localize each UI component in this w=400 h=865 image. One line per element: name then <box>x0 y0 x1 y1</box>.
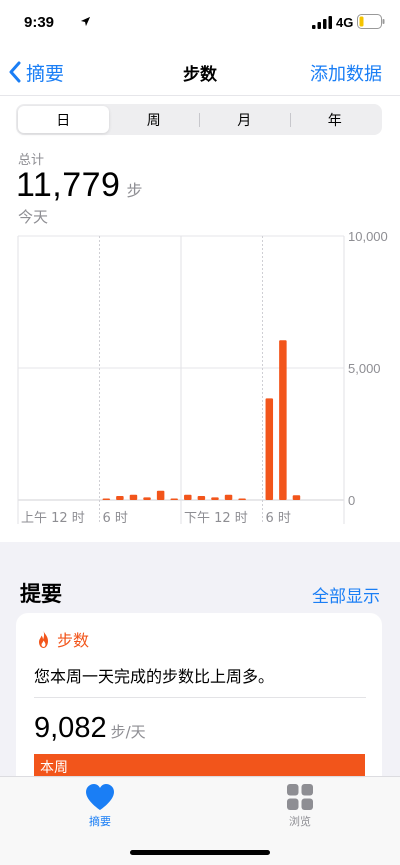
segment-separator <box>289 113 291 127</box>
chart-bar <box>184 494 192 500</box>
total-row: 11,779 步 <box>16 166 142 205</box>
average-steps-unit: 步/天 <box>110 723 146 741</box>
segment-week[interactable]: 周 <box>109 106 200 133</box>
status-bar: 9:39 4G <box>0 0 400 48</box>
battery-low-icon <box>357 14 385 29</box>
divider <box>34 697 366 698</box>
highlight-text: 您本周一天完成的步数比上周多。 <box>34 667 275 686</box>
segment-separator <box>199 113 200 127</box>
chart-bar <box>279 340 287 500</box>
segment-day[interactable]: 日 <box>18 106 109 133</box>
steps-bar-chart[interactable]: 上午 12 时 6 时 下午 12 时 6 时 10,000 5,000 0 <box>0 232 400 542</box>
chart-bar <box>129 494 138 500</box>
tab-browse[interactable]: 浏览 <box>260 783 340 829</box>
chart-bar <box>143 497 151 500</box>
tab-label: 摘要 <box>89 815 111 828</box>
segment-label: 月 <box>237 112 252 129</box>
status-time: 9:39 <box>24 14 55 31</box>
time-range-segmented-control: 日 周 月 年 <box>16 104 382 135</box>
navigation-bar: 摘要 步数 添加数据 <box>0 48 400 96</box>
segment-label: 日 <box>56 112 71 129</box>
segment-label: 年 <box>327 112 342 129</box>
x-tick-label: 下午 12 时 <box>184 511 248 526</box>
segment-month[interactable]: 月 <box>199 106 290 133</box>
chart-bar <box>238 498 246 500</box>
chart-bar <box>197 496 206 500</box>
highlight-card-header: 步数 <box>36 627 89 651</box>
x-tick-label: 6 时 <box>103 511 128 526</box>
network-type: 4G <box>336 15 354 30</box>
total-steps-value: 11,779 <box>16 166 121 204</box>
grid-icon <box>287 784 313 810</box>
heart-icon <box>86 784 114 810</box>
flame-icon <box>39 630 48 648</box>
home-indicator <box>130 850 270 855</box>
x-tick-label: 上午 12 时 <box>21 511 85 526</box>
average-row: 9,082 步/天 <box>34 712 146 745</box>
cellular-signal-icon <box>312 16 332 29</box>
add-data-button[interactable]: 添加数据 <box>310 60 382 86</box>
chart-bar <box>211 497 219 500</box>
this-week-bar: 本周 <box>34 754 365 778</box>
show-all-button[interactable]: 全部显示 <box>312 582 380 607</box>
chart-bar <box>292 495 301 500</box>
highlights-title: 提要 <box>20 582 62 606</box>
x-tick-label: 6 时 <box>266 511 291 526</box>
date-label: 今天 <box>18 208 49 226</box>
y-tick-label: 5,000 <box>348 361 381 376</box>
tab-label: 浏览 <box>289 815 311 828</box>
this-week-bar-label: 本周 <box>40 760 68 776</box>
highlight-category: 步数 <box>57 631 90 650</box>
chart-bar <box>116 496 124 500</box>
segment-year[interactable]: 年 <box>289 106 381 133</box>
chart-bar <box>102 498 111 500</box>
chart-bar <box>265 398 274 500</box>
tab-summary[interactable]: 摘要 <box>60 783 140 829</box>
chart-bar <box>224 494 233 500</box>
chart-bar <box>156 490 165 500</box>
y-tick-label: 10,000 <box>348 232 388 244</box>
total-steps-unit: 步 <box>126 181 143 200</box>
steps-detail-panel: 日 周 月 年 总计 11,779 步 今天 上午 12 时6 时下午 12 时… <box>0 96 400 542</box>
y-tick-label: 0 <box>348 493 355 508</box>
segment-label: 周 <box>146 112 161 129</box>
chart-bar <box>170 498 178 500</box>
average-steps-value: 9,082 <box>34 712 107 744</box>
location-arrow-icon <box>80 16 91 27</box>
